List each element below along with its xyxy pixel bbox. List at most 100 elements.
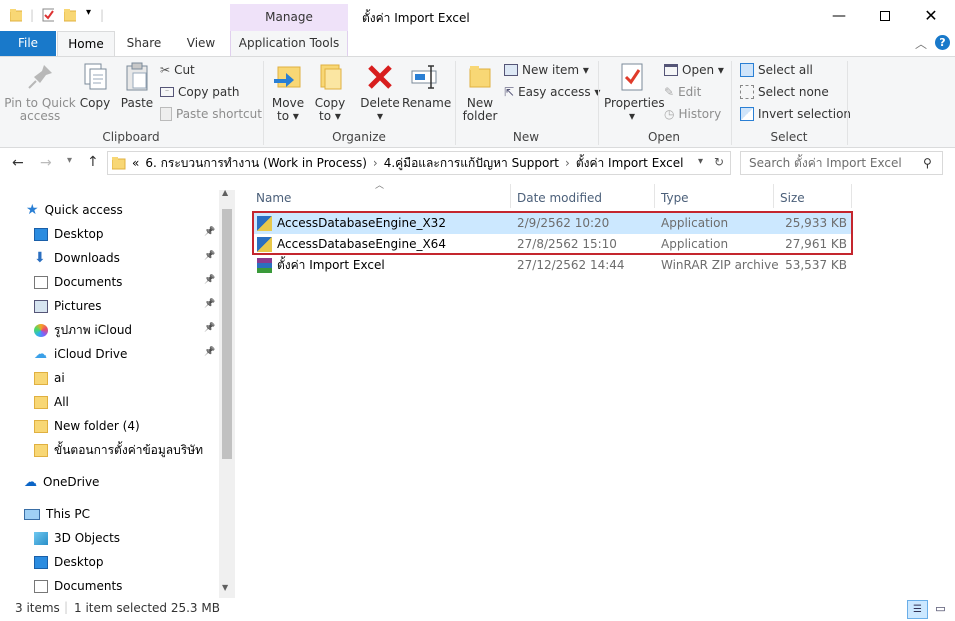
pin-icon[interactable]: 📌 — [204, 323, 215, 333]
tab-application-tools[interactable]: Application Tools — [230, 31, 348, 56]
column-header-date-modified[interactable]: Date modified — [517, 187, 602, 209]
history-button[interactable]: ◷ History — [664, 105, 721, 123]
breadcrumb-separator[interactable]: › — [373, 156, 378, 170]
easy-access-button[interactable]: ⇱ Easy access ▾ — [504, 83, 600, 101]
customize-quick-access-icon[interactable]: ▾ — [86, 7, 91, 18]
separator: | — [64, 600, 69, 614]
select-group-label: Select — [770, 130, 808, 144]
pin-to-quick-access-button[interactable]: Pin to Quick access — [4, 61, 76, 123]
status-bar: 3 items | 1 item selected 25.3 MB ☰ ▭ — [0, 598, 955, 621]
column-header-type[interactable]: Type — [661, 187, 689, 209]
sidebar-item-onedrive[interactable]: ☁ OneDrive — [24, 470, 235, 494]
sidebar-item[interactable]: Desktop — [34, 550, 235, 574]
sidebar-item[interactable]: 3D Objects — [34, 526, 235, 550]
breadcrumb-separator[interactable]: › — [565, 156, 570, 170]
column-divider[interactable] — [654, 184, 655, 208]
pin-icon[interactable]: 📌 — [204, 251, 215, 261]
file-row[interactable]: AccessDatabaseEngine_X32 2/9/2562 10:20 Ap… — [252, 213, 851, 234]
sidebar-item[interactable]: ai — [34, 366, 235, 390]
minimize-button[interactable]: — — [816, 0, 862, 31]
up-arrow-icon[interactable]: ↑ — [87, 154, 99, 170]
column-divider[interactable] — [510, 184, 511, 208]
column-divider[interactable] — [851, 184, 852, 208]
new-folder-button[interactable]: New folder — [460, 61, 500, 123]
sidebar-item[interactable]: ขั้นตอนการตั้งค่าข้อมูลบริษัท — [34, 438, 235, 462]
file-date-modified: 27/12/2562 14:44 — [517, 258, 625, 272]
maximize-button[interactable] — [862, 0, 908, 31]
breadcrumb-overflow[interactable]: « — [132, 156, 139, 170]
address-bar[interactable]: « 6. กระบวนการทำงาน (Work in Process) › … — [107, 151, 731, 175]
tab-file[interactable]: File — [0, 31, 56, 56]
column-header-name[interactable]: Name — [256, 187, 291, 209]
pin-icon[interactable]: 📌 — [204, 227, 215, 237]
cut-button[interactable]: ✂ Cut — [160, 61, 195, 79]
copy-path-button[interactable]: ·· Copy path — [160, 83, 240, 101]
delete-icon — [368, 65, 392, 89]
breadcrumb-item[interactable]: 4.คู่มือและการแก้ปัญหา Support — [384, 154, 559, 173]
search-icon: ⚲ — [923, 156, 932, 170]
back-arrow-icon[interactable]: ← — [12, 155, 24, 171]
invert-selection-button[interactable]: Invert selection — [740, 105, 851, 123]
properties-button[interactable]: Properties ▾ — [604, 61, 665, 123]
delete-button[interactable]: Delete ▾ — [360, 61, 400, 123]
pin-icon[interactable]: 📌 — [204, 299, 215, 309]
manage-contextual-tab[interactable]: Manage — [230, 4, 348, 31]
select-none-button[interactable]: Select none — [740, 83, 829, 101]
folder-icon[interactable] — [10, 8, 22, 22]
breadcrumb-current[interactable]: ตั้งค่า Import Excel — [576, 154, 684, 173]
star-icon: ★ — [26, 202, 39, 218]
folder-icon — [34, 419, 48, 433]
scroll-down-icon[interactable]: ▼ — [222, 583, 228, 592]
large-icons-view-icon[interactable]: ▭ — [931, 600, 950, 619]
breadcrumb-item[interactable]: 6. กระบวนการทำงาน (Work in Process) — [145, 154, 367, 173]
scroll-up-icon[interactable]: ▲ — [222, 188, 228, 197]
pin-icon[interactable]: 📌 — [204, 347, 215, 357]
properties-label-2: ▾ — [628, 109, 636, 123]
tab-share[interactable]: Share — [120, 31, 168, 56]
sidebar-item-this-pc[interactable]: This PC — [24, 502, 235, 526]
item-count: 3 items — [15, 601, 60, 615]
collapse-ribbon-icon[interactable]: ︿ — [915, 35, 927, 52]
column-divider[interactable] — [773, 184, 774, 208]
column-header-size[interactable]: Size — [780, 187, 805, 209]
file-row[interactable]: ตั้งค่า Import Excel 27/12/2562 14:44 WinR… — [252, 255, 851, 276]
sidebar-item-label: Desktop — [54, 227, 104, 241]
copy-to-button[interactable]: Copy to ▾ — [312, 61, 348, 123]
tab-home[interactable]: Home — [57, 31, 115, 57]
new-item-button[interactable]: New item ▾ — [504, 61, 589, 79]
sidebar-scrollbar-thumb[interactable] — [222, 209, 232, 459]
paste-button[interactable]: Paste — [118, 61, 156, 110]
file-row[interactable]: AccessDatabaseEngine_X64 27/8/2562 15:10 A… — [252, 234, 851, 255]
help-icon[interactable]: ? — [935, 35, 950, 50]
new-folder-icon[interactable] — [64, 8, 76, 22]
sidebar-item[interactable]: All — [34, 390, 235, 414]
details-view-icon[interactable]: ☰ — [907, 600, 928, 619]
sidebar-item-quick-access[interactable]: ★ Quick access — [26, 198, 235, 222]
refresh-icon[interactable]: ↻ — [714, 155, 724, 169]
pin-icon — [28, 65, 52, 89]
rename-button[interactable]: Rename — [402, 61, 451, 110]
sidebar-item-label: ai — [54, 371, 65, 385]
paste-shortcut-button[interactable]: Paste shortcut — [160, 105, 262, 123]
recent-locations-icon[interactable]: ▾ — [67, 155, 72, 166]
sidebar-item[interactable]: Documents — [34, 574, 235, 598]
edit-button[interactable]: ✎ Edit — [664, 83, 701, 101]
download-icon: ⬇ — [34, 249, 46, 266]
sidebar-item[interactable]: New folder (4) — [34, 414, 235, 438]
properties-icon[interactable] — [42, 8, 54, 22]
open-button[interactable]: Open ▾ — [664, 61, 724, 79]
move-to-button[interactable]: Move to ▾ — [270, 61, 306, 123]
3d-objects-icon — [34, 531, 48, 545]
sidebar-item-label: Desktop — [54, 555, 104, 569]
pin-icon[interactable]: 📌 — [204, 275, 215, 285]
copy-button[interactable]: Copy — [78, 61, 112, 110]
close-button[interactable]: ✕ — [908, 0, 954, 31]
invert-selection-icon — [740, 107, 754, 121]
search-input[interactable]: Search ตั้งค่า Import Excel ⚲ — [740, 151, 943, 175]
file-name: AccessDatabaseEngine_X64 — [277, 237, 446, 251]
forward-arrow-icon[interactable]: → — [40, 155, 52, 171]
address-history-icon[interactable]: ▾ — [698, 156, 703, 167]
history-icon: ◷ — [664, 107, 675, 121]
tab-view[interactable]: View — [178, 31, 224, 56]
select-all-button[interactable]: Select all — [740, 61, 813, 79]
